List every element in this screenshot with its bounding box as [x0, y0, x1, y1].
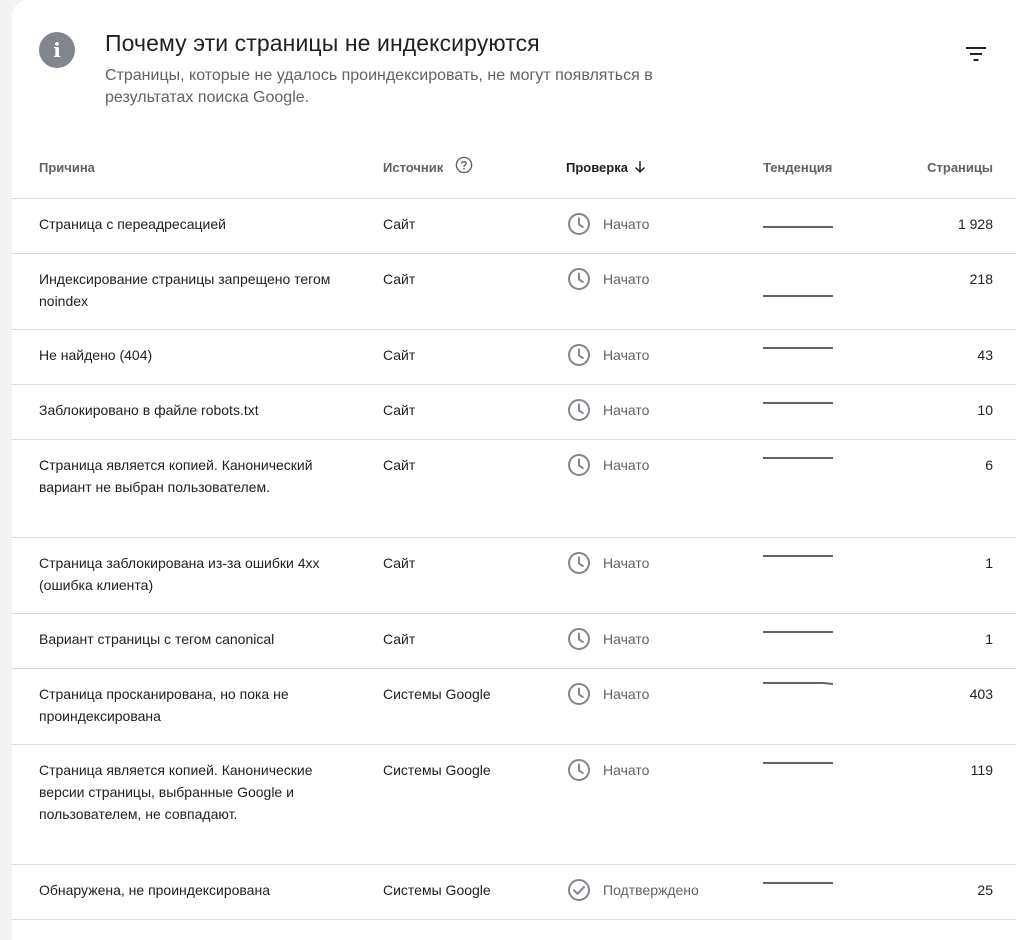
pages-count: 43	[977, 347, 993, 363]
table-row[interactable]: Страница является копией. Канонический в…	[12, 440, 1016, 538]
trend-sparkline	[763, 682, 834, 685]
table-row[interactable]: Страница заблокирована из-за ошибки 4xx …	[12, 538, 1016, 614]
filter-icon	[966, 47, 986, 61]
clock-icon	[568, 552, 590, 574]
trend-sparkline	[763, 457, 833, 459]
clock-icon	[568, 399, 590, 421]
pages-count: 6	[985, 457, 993, 473]
clock-icon	[568, 344, 590, 366]
reason-cell: Страница является копией. Канонический в…	[39, 457, 313, 495]
trend-sparkline	[763, 295, 833, 297]
table-body: Страница с переадресацией Сайт Начато 1 928…	[12, 199, 1016, 920]
trend-sparkline	[763, 882, 833, 884]
clock-icon	[568, 759, 590, 781]
pages-count: 218	[969, 271, 993, 287]
source-cell: Сайт	[383, 216, 416, 232]
status-label: Начато	[603, 402, 650, 418]
table-row[interactable]: Страница с переадресацией Сайт Начато 1 928	[12, 199, 1016, 254]
table-row[interactable]: Страница просканирована, но пока не прои…	[12, 669, 1016, 745]
status-label: Начато	[603, 457, 650, 473]
reason-cell: Заблокировано в файле robots.txt	[39, 402, 259, 418]
table-row[interactable]: Вариант страницы с тегом canonical Сайт На…	[12, 614, 1016, 669]
card-title: Почему эти страницы не индексируются	[105, 30, 540, 56]
status-label: Подтверждено	[603, 882, 699, 898]
status-cell: Начато	[567, 627, 649, 651]
trend-sparkline	[763, 555, 833, 557]
sort-arrow-down-icon	[634, 160, 645, 173]
source-cell: Системы Google	[383, 762, 491, 778]
reason-cell: Не найдено (404)	[39, 347, 153, 363]
status-cell: Начато	[567, 398, 649, 422]
column-header-pages[interactable]: Страницы	[927, 160, 993, 175]
help-icon[interactable]	[455, 156, 473, 174]
pages-count: 1	[985, 631, 993, 647]
trend-sparkline	[763, 762, 833, 764]
clock-icon	[568, 683, 590, 705]
reason-cell: Страница просканирована, но пока не прои…	[39, 686, 289, 724]
reason-cell: Обнаружена, не проиндексирована	[39, 882, 270, 898]
source-cell: Сайт	[383, 457, 416, 473]
status-cell: Начато	[567, 453, 649, 477]
trend-sparkline	[763, 347, 833, 349]
status-cell: Начато	[567, 212, 649, 236]
source-cell: Системы Google	[383, 882, 491, 898]
source-cell: Сайт	[383, 347, 416, 363]
status-cell: Подтверждено	[567, 878, 699, 902]
trend-sparkline	[763, 402, 833, 404]
table-row[interactable]: Страница является копией. Канонические в…	[12, 745, 1016, 865]
source-cell: Сайт	[383, 402, 416, 418]
column-header-check-label: Проверка	[566, 160, 628, 175]
status-cell: Начато	[567, 551, 649, 575]
status-cell: Начато	[567, 682, 649, 706]
pages-count: 1 928	[957, 216, 993, 232]
status-label: Начато	[603, 686, 650, 702]
pages-count: 119	[970, 762, 993, 778]
reason-cell: Индексирование страницы запрещено тегом …	[39, 271, 331, 309]
column-header-trend: Тенденция	[763, 160, 833, 175]
info-icon: i	[39, 32, 75, 68]
filter-button[interactable]	[958, 40, 994, 68]
source-cell: Сайт	[383, 555, 416, 571]
indexing-issues-card: i Почему эти страницы не индексируются С…	[12, 0, 1016, 940]
source-cell: Сайт	[383, 631, 416, 647]
table-row[interactable]: Индексирование страницы запрещено тегом …	[12, 254, 1016, 330]
status-label: Начато	[603, 271, 650, 287]
table-row[interactable]: Обнаружена, не проиндексирована Системы G…	[12, 865, 1016, 920]
table-header: Причина Источник Проверка Тенденция Стра…	[12, 140, 1016, 199]
column-header-source-label: Источник	[383, 160, 444, 175]
card-subtitle: Страницы, которые не удалось проиндексир…	[105, 67, 653, 106]
reason-cell: Страница является копией. Канонические в…	[39, 762, 313, 822]
pages-count: 10	[977, 402, 993, 418]
clock-icon	[568, 268, 590, 290]
column-header-check[interactable]: Проверка	[566, 160, 647, 175]
status-cell: Начато	[567, 758, 649, 782]
table-row[interactable]: Не найдено (404) Сайт Начато 43	[12, 330, 1016, 385]
status-cell: Начато	[567, 343, 649, 367]
reason-cell: Страница с переадресацией	[39, 216, 226, 232]
pages-count: 1	[985, 555, 993, 571]
trend-sparkline	[763, 226, 833, 228]
column-header-source: Источник	[383, 156, 473, 175]
status-label: Начато	[603, 216, 650, 232]
column-header-reason[interactable]: Причина	[39, 160, 95, 175]
source-cell: Системы Google	[383, 686, 491, 702]
status-label: Начато	[603, 555, 650, 571]
trend-sparkline	[763, 631, 833, 633]
status-cell: Начато	[567, 267, 649, 291]
card-header: i Почему эти страницы не индексируются С…	[12, 0, 1016, 140]
pages-count: 25	[977, 882, 993, 898]
reason-cell: Вариант страницы с тегом canonical	[39, 631, 275, 647]
clock-icon	[568, 213, 590, 235]
source-cell: Сайт	[383, 271, 416, 287]
status-label: Начато	[603, 631, 650, 647]
status-label: Начато	[603, 762, 650, 778]
reason-cell: Страница заблокирована из-за ошибки 4xx …	[39, 555, 320, 593]
status-label: Начато	[603, 347, 650, 363]
clock-icon	[568, 454, 590, 476]
check-circle-icon	[568, 879, 590, 901]
pages-count: 403	[969, 686, 993, 702]
clock-icon	[568, 628, 590, 650]
table-row[interactable]: Заблокировано в файле robots.txt Сайт Нача…	[12, 385, 1016, 440]
